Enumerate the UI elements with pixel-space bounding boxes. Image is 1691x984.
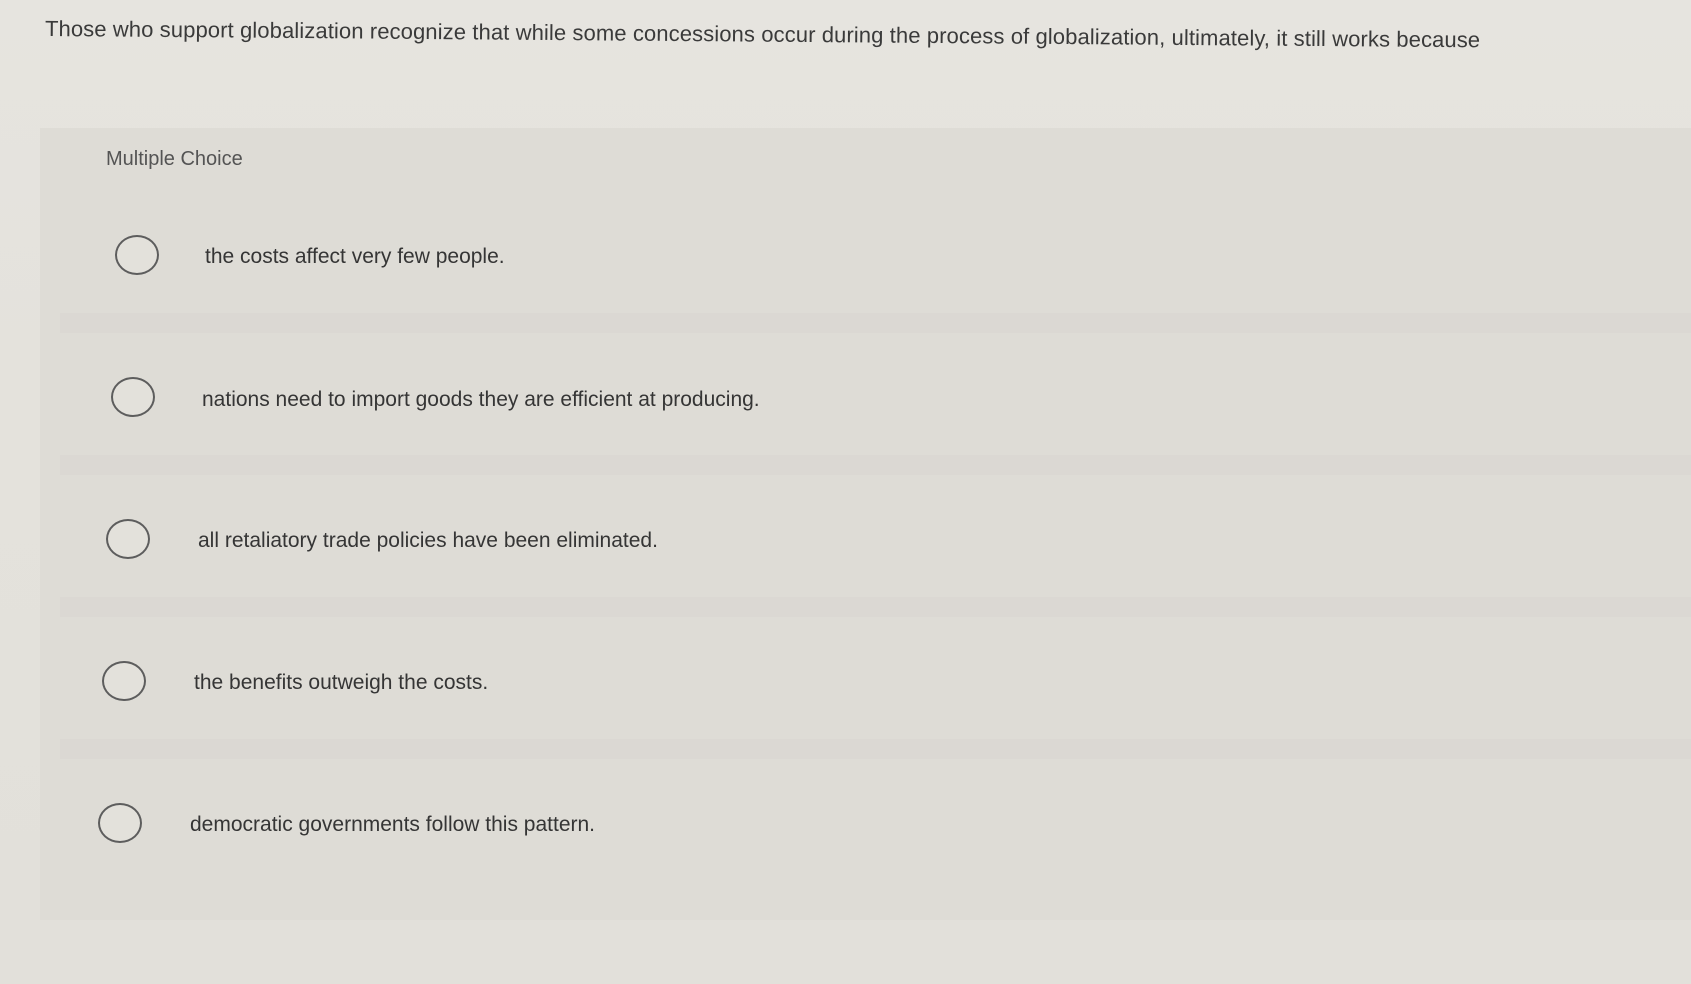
answer-option-label[interactable]: nations need to import goods they are ef…	[202, 388, 760, 412]
divider	[60, 455, 1691, 475]
multiple-choice-panel: Multiple Choice the costs affect very fe…	[40, 128, 1691, 920]
divider	[60, 313, 1691, 333]
divider	[60, 597, 1691, 617]
radio-button[interactable]	[111, 377, 155, 417]
answer-option-5[interactable]: democratic governments follow this patte…	[40, 801, 1691, 943]
question-text: Those who support globalization recogniz…	[44, 16, 1481, 53]
question-type-label: Multiple Choice	[106, 148, 243, 170]
answer-option-2[interactable]: nations need to import goods they are ef…	[40, 375, 1691, 517]
answer-option-label[interactable]: the benefits outweigh the costs.	[194, 671, 488, 695]
answer-option-label[interactable]: democratic governments follow this patte…	[190, 813, 595, 837]
radio-button[interactable]	[106, 519, 150, 559]
answer-option-label[interactable]: all retaliatory trade policies have been…	[198, 529, 658, 553]
answer-option-4[interactable]: the benefits outweigh the costs.	[40, 659, 1691, 801]
radio-button[interactable]	[115, 235, 159, 275]
divider	[60, 739, 1691, 759]
answer-option-1[interactable]: the costs affect very few people.	[40, 233, 1691, 375]
answer-option-label[interactable]: the costs affect very few people.	[205, 245, 505, 269]
radio-button[interactable]	[102, 661, 146, 701]
radio-button[interactable]	[98, 803, 142, 843]
answer-options: the costs affect very few people. nation…	[40, 233, 1691, 943]
answer-option-3[interactable]: all retaliatory trade policies have been…	[40, 517, 1691, 659]
